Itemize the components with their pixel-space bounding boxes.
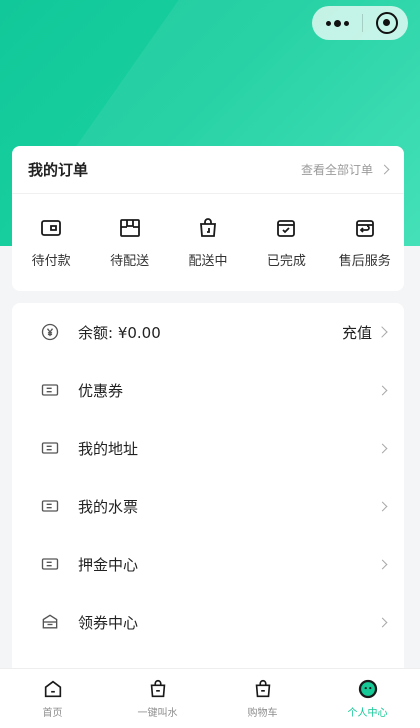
- order-item-label: 待配送: [110, 254, 150, 269]
- ticket-icon: [41, 384, 59, 396]
- menu-label: 我的水票: [78, 497, 139, 516]
- ticket-icon: [41, 442, 59, 454]
- chevron-right-icon: [376, 326, 388, 338]
- cart-bag-icon: [255, 679, 270, 698]
- order-item-to-deliver[interactable]: 待配送: [95, 216, 165, 269]
- bottom-tab-bar: 首页 一键叫水 购物车 个人中心: [0, 668, 420, 728]
- bag-check-icon: [277, 220, 296, 237]
- order-item-label: 待付款: [31, 254, 71, 269]
- menu-row-coupon-center[interactable]: 领券中心: [12, 593, 404, 651]
- coupon-envelope-icon: [42, 614, 58, 629]
- order-item-completed[interactable]: 已完成: [251, 216, 321, 269]
- menu-row-deposit[interactable]: 押金中心: [12, 535, 404, 593]
- tab-home[interactable]: 首页: [0, 669, 105, 728]
- close-target-icon[interactable]: [376, 12, 398, 34]
- menu-label: 我的地址: [78, 439, 139, 458]
- order-item-delivering[interactable]: 配送中: [173, 216, 243, 269]
- menu-row-coupons[interactable]: 优惠券: [12, 361, 404, 419]
- tab-cart[interactable]: 购物车: [210, 669, 315, 728]
- bag-icon: [199, 218, 216, 237]
- order-card: 我的订单 查看全部订单 待付款 待配送 配送中 已完成 售后服务: [12, 146, 404, 291]
- order-header: 我的订单 查看全部订单: [12, 146, 404, 194]
- return-icon: [355, 220, 374, 237]
- ticket-icon: [41, 500, 59, 512]
- chevron-right-icon: [377, 385, 388, 395]
- more-icon[interactable]: [326, 19, 349, 27]
- order-item-label: 售后服务: [338, 254, 391, 269]
- chevron-right-icon: [377, 617, 388, 627]
- balance-label: 余额: ¥0.00: [78, 323, 161, 342]
- view-all-orders-label: 查看全部订单: [300, 163, 373, 177]
- tab-call-water[interactable]: 一键叫水: [105, 669, 210, 728]
- chevron-right-icon: [377, 501, 388, 511]
- tab-profile[interactable]: 个人中心: [315, 669, 420, 728]
- menu-label: 优惠券: [78, 381, 124, 400]
- capsule-divider: [362, 14, 363, 32]
- home-icon: [44, 680, 61, 698]
- menu-row-balance[interactable]: 余额: ¥0.00 充值: [12, 303, 404, 361]
- box-icon: [119, 219, 140, 237]
- recharge-button[interactable]: 充值: [341, 322, 388, 343]
- menu-label: 领券中心: [78, 613, 139, 632]
- order-title: 我的订单: [28, 161, 89, 179]
- menu-row-water-tickets[interactable]: 我的水票: [12, 477, 404, 535]
- bag-icon: [150, 679, 165, 698]
- profile-icon: [358, 679, 377, 699]
- wallet-icon: [41, 220, 62, 236]
- chevron-right-icon: [377, 559, 388, 569]
- order-item-pending-payment[interactable]: 待付款: [16, 216, 86, 269]
- chevron-right-icon: [379, 164, 390, 175]
- tab-label: 一键叫水: [137, 708, 178, 719]
- mini-program-capsule: [312, 6, 408, 40]
- menu-card: 余额: ¥0.00 充值 优惠券 我的地址 我的水票 押金中心 领券中心: [12, 303, 404, 683]
- menu-label: 押金中心: [78, 555, 139, 574]
- tab-label: 首页: [42, 708, 63, 719]
- tab-label: 购物车: [247, 708, 278, 719]
- menu-row-address[interactable]: 我的地址: [12, 419, 404, 477]
- tab-label: 个人中心: [347, 708, 388, 719]
- order-item-label: 已完成: [266, 254, 306, 269]
- order-item-after-sales[interactable]: 售后服务: [330, 216, 400, 269]
- yen-coin-icon: [41, 323, 59, 341]
- order-item-label: 配送中: [188, 254, 228, 269]
- chevron-right-icon: [377, 443, 388, 453]
- view-all-orders-link[interactable]: 查看全部订单: [300, 161, 390, 178]
- recharge-label: 充值: [341, 323, 372, 342]
- ticket-icon: [41, 558, 59, 570]
